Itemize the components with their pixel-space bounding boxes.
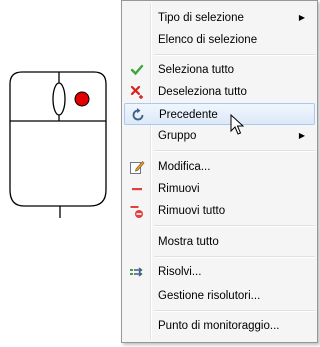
menu-item-label: Tipo di selezione [158,12,244,24]
menu-item-label: Gestione risolutori... [158,290,261,302]
submenu-arrow-icon: ▶ [298,13,305,22]
menu-item-label: Seleziona tutto [158,64,235,76]
menu-item-label: Rimuovi [158,183,200,195]
menu-item-deseleziona-tutto[interactable]: Deseleziona tutto [124,81,315,103]
menu-item-modifica[interactable]: Modifica... [124,156,315,178]
menu-item-label: Deseleziona tutto [158,86,247,98]
menu-item-elenco-di-selezione[interactable]: Elenco di selezione [124,29,315,51]
menu-separator [154,256,315,258]
menu-item-rimuovi[interactable]: Rimuovi [124,178,315,200]
menu-item-precedente[interactable]: Precedente [124,103,315,125]
menu-item-label: Punto di monitoraggio... [158,320,280,332]
mouse-illustration [9,71,107,218]
solve-arrows-icon [130,267,143,277]
menu-separator [154,54,315,56]
menu-item-gruppo[interactable]: Gruppo ▶ [124,125,315,147]
menu-item-label: Rimuovi tutto [158,205,226,217]
menu-item-label: Precedente [159,109,218,121]
red-minus-icon [132,188,142,191]
menu-item-label: Gruppo [158,130,197,142]
context-menu: Tipo di selezione ▶ Elenco di selezione … [121,0,318,343]
menu-item-gestione-risolutori[interactable]: Gestione risolutori... [124,285,315,307]
menu-separator [154,225,315,227]
red-x-icon [130,85,143,99]
red-minus-multi-icon [130,206,143,218]
green-checkmark-icon [130,64,144,76]
menu-separator [154,310,315,312]
menu-item-rimuovi-tutto[interactable]: Rimuovi tutto [124,200,315,222]
menu-item-label: Risolvi... [158,266,202,278]
menu-item-label: Modifica... [158,161,211,173]
submenu-arrow-icon: ▶ [298,131,305,140]
menu-separator [154,150,315,152]
menu-item-risolvi[interactable]: Risolvi... [124,261,315,283]
menu-item-seleziona-tutto[interactable]: Seleziona tutto [124,59,315,81]
undo-arrow-icon [132,108,144,121]
edit-pencil-icon [130,160,145,174]
menu-item-label: Elenco di selezione [158,34,258,46]
mouse-pointer-icon [230,114,244,135]
mouse-right-button-indicator [74,91,90,107]
menu-item-label: Mostra tutto [158,236,219,248]
menu-item-mostra-tutto[interactable]: Mostra tutto [124,231,315,253]
menu-item-punto-di-monitoraggio[interactable]: Punto di monitoraggio... [124,315,315,337]
menu-item-tipo-di-selezione[interactable]: Tipo di selezione ▶ [124,7,315,29]
